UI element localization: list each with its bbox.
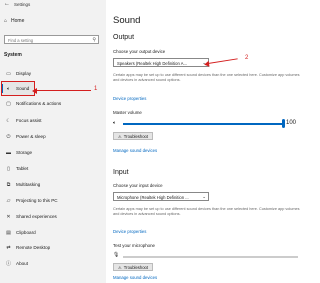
annotation-label-1: 1 <box>94 86 98 92</box>
master-volume-slider[interactable] <box>123 123 283 125</box>
sidebar-item-label: Clipboard <box>16 230 36 235</box>
sidebar-item-label: Display <box>16 71 32 76</box>
home-icon: ⌂ <box>4 18 8 24</box>
sidebar-item-storage[interactable]: ▬ Storage <box>2 148 102 157</box>
sidebar-item-tablet[interactable]: ▯ Tablet <box>2 164 102 173</box>
sidebar-item-remote-desktop[interactable]: ⇄ Remote Desktop <box>2 243 102 252</box>
sidebar-item-sound[interactable]: 🔈︎ Sound <box>1 81 35 96</box>
microphone-level-meter <box>123 256 298 258</box>
sidebar-item-about[interactable]: ⓘ About <box>2 259 102 268</box>
output-troubleshoot-button[interactable]: ⚠ Troubleshoot <box>113 132 154 140</box>
power-icon: ⏻ <box>6 133 11 140</box>
window-title: Settings <box>14 2 31 7</box>
speaker-icon: 🔈︎ <box>6 85 10 92</box>
sidebar-item-notifications[interactable]: ▢ Notifications & actions <box>2 99 102 108</box>
back-arrow-icon[interactable]: ← <box>4 1 10 7</box>
sidebar-item-label: Focus assist <box>16 118 42 123</box>
speaker-icon: 🔈︎ <box>113 120 117 126</box>
tablet-icon: ▯ <box>7 165 10 172</box>
sidebar-item-label: Multitasking <box>16 182 41 187</box>
notification-icon: ▢ <box>6 100 11 107</box>
output-device-value: Speakers (Realtek High Definition A... <box>117 60 188 66</box>
clipboard-icon: ▤ <box>6 229 11 236</box>
sidebar-item-focus-assist[interactable]: ☾ Focus assist <box>2 116 102 125</box>
chevron-down-icon: ⌄ <box>202 194 206 199</box>
sidebar-item-power[interactable]: ⏻ Power & sleep <box>2 132 102 141</box>
sidebar-item-label: Projecting to this PC <box>16 198 58 203</box>
moon-icon: ☾ <box>6 117 11 124</box>
sidebar-item-label: Tablet <box>16 166 29 171</box>
sidebar-item-label: Power & sleep <box>16 134 46 139</box>
sidebar-item-label: Remote Desktop <box>16 245 51 250</box>
projecting-icon: ▱ <box>6 197 11 204</box>
master-volume-thumb[interactable] <box>282 119 285 128</box>
troubleshoot-label: Troubleshoot <box>123 264 149 270</box>
sidebar-item-label: Shared experiences <box>16 214 57 219</box>
input-manage-devices-link[interactable]: Manage sound devices <box>113 275 157 280</box>
input-device-select[interactable]: Microphone (Realtek High Definition ... … <box>113 192 209 201</box>
sidebar: ← Settings ⌂ Home Find a setting ⚲ Syste… <box>0 0 106 283</box>
test-microphone-label: Test your microphone <box>113 243 155 248</box>
shared-icon: ✕ <box>6 213 11 220</box>
settings-window: ← Settings ⌂ Home Find a setting ⚲ Syste… <box>0 0 300 283</box>
remote-icon: ⇄ <box>6 244 11 251</box>
annotation-label-2: 2 <box>245 55 249 61</box>
output-device-label: Choose your output device <box>113 49 166 54</box>
master-volume-label: Master volume <box>113 110 142 115</box>
main-panel: Sound Output Choose your output device S… <box>106 0 300 283</box>
sidebar-item-label: Notifications & actions <box>16 101 62 106</box>
output-manage-devices-link[interactable]: Manage sound devices <box>113 148 157 153</box>
master-volume-value: 100 <box>286 120 297 126</box>
sidebar-item-clipboard[interactable]: ▤ Clipboard <box>2 228 102 237</box>
input-device-value: Microphone (Realtek High Definition ... <box>117 194 189 200</box>
input-device-properties-link[interactable]: Device properties <box>113 229 146 234</box>
sidebar-item-projecting[interactable]: ▱ Projecting to this PC <box>2 196 102 205</box>
search-input[interactable]: Find a setting ⚲ <box>4 35 99 44</box>
sidebar-item-label: Storage <box>16 150 33 155</box>
input-heading: Input <box>113 169 129 176</box>
sidebar-item-multitasking[interactable]: ⧉ Multitasking <box>2 180 102 189</box>
output-device-properties-link[interactable]: Device properties <box>113 96 146 101</box>
page-title: Sound <box>113 15 141 26</box>
troubleshoot-label: Troubleshoot <box>123 133 149 139</box>
annotation-arrow-1 <box>32 87 91 94</box>
output-description: Certain apps may be set up to use differ… <box>113 73 300 82</box>
output-heading: Output <box>113 34 135 41</box>
search-placeholder: Find a setting <box>8 37 34 43</box>
search-icon: ⚲ <box>92 37 96 44</box>
input-troubleshoot-button[interactable]: ⚠ Troubleshoot <box>113 263 154 271</box>
storage-icon: ▬ <box>6 149 11 156</box>
sidebar-item-label: About <box>16 261 29 266</box>
sidebar-item-shared-experiences[interactable]: ✕ Shared experiences <box>2 212 102 221</box>
section-heading: System <box>4 52 22 58</box>
microphone-icon: 🎙︎ <box>113 252 120 258</box>
home-link[interactable]: ⌂ Home <box>4 18 24 24</box>
input-device-label: Choose your input device <box>113 183 163 188</box>
warning-icon: ⚠ <box>118 133 122 139</box>
output-device-select[interactable]: Speakers (Realtek High Definition A... ⌄ <box>113 58 209 67</box>
warning-icon: ⚠ <box>118 264 122 270</box>
sidebar-item-display[interactable]: ▭ Display <box>2 69 102 78</box>
sidebar-item-label: Sound <box>16 86 30 91</box>
input-description: Certain apps may be set up to use differ… <box>113 207 300 216</box>
multitasking-icon: ⧉ <box>6 181 11 188</box>
home-label: Home <box>11 18 25 24</box>
display-icon: ▭ <box>6 70 11 77</box>
info-icon: ⓘ <box>5 261 11 267</box>
